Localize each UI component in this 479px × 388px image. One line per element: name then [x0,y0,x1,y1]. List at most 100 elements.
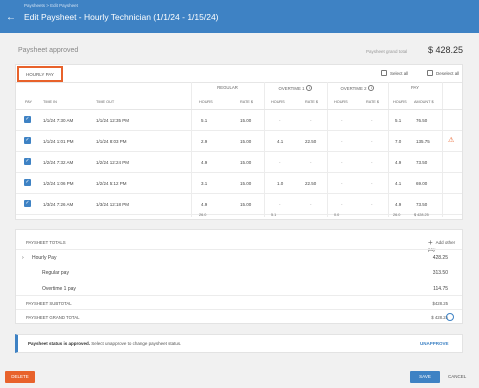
pay-hours-cell: 4.1 [395,181,402,186]
time-in-cell: 1/1/24 7:30 AM [43,118,74,123]
hourly-pay-total-value: 428.25 [432,255,448,261]
time-in-cell: 1/3/24 7:26 AM [43,202,74,207]
reg-hours-cell: 4.9 [201,202,208,207]
table-row[interactable]: ✓ 1/3/24 7:26 AM 1/3/24 12:18 PM 4.9 15.… [16,194,462,215]
regular-pay-row: Regular pay 313.50 [16,265,462,281]
amount-cell: 69.00 [416,181,428,186]
unapprove-button[interactable]: UNAPPROVE [420,341,449,346]
ot2-rate-cell: - [371,118,373,123]
ot2-rate-cell: - [371,181,373,186]
hourly-pay-card: HOURLY PAY Select all Deselect all REGUL… [15,64,463,220]
status-banner: Paysheet status is approved. Select unap… [15,334,463,353]
grand-total-value: $ 428.25 [428,45,464,55]
reg-hours-cell: 5.1 [201,118,208,123]
ot1-hours-cell: 1.0 [277,181,284,186]
cancel-button[interactable]: CANCEL [448,374,466,379]
ot1-hours-cell: 4.1 [277,139,284,144]
table-row[interactable]: ✓ 1/2/24 7:32 AM 1/2/24 12:24 PM 4.9 15.… [16,152,462,173]
chevron-right-icon[interactable]: › [22,255,24,261]
col-header-ot1-hours: HOURS [271,100,285,104]
deselect-all-label: Deselect all [436,70,460,76]
group-overtime-2: OVERTIME 2i [327,85,388,91]
hourly-pay-total-row[interactable]: › Hourly Pay 428.25 [16,249,462,265]
col-header-pay-hours: HOURS [393,100,407,104]
deselect-all-button[interactable]: Deselect all [427,70,459,76]
ot1-rate-cell: 22.50 [305,139,317,144]
reg-rate-cell: 15.00 [240,118,252,123]
amount-cell: 73.50 [416,202,428,207]
back-arrow-icon[interactable]: ← [6,13,16,23]
info-icon[interactable]: i [306,85,313,91]
plus-icon: + [428,238,433,247]
group-regular: REGULAR [191,85,264,90]
col-header-reg-rate: RATE $ [240,100,254,104]
grand-total-label: Paysheet grand total [366,49,408,54]
checkbox-icon[interactable]: ✓ [24,116,31,123]
pay-hours-cell: 7.0 [395,139,402,144]
table-row[interactable]: ✓ 1/1/24 1:01 PM 1/1/24 8:03 PM 2.9 15.0… [16,131,462,152]
group-overtime-1-label: OVERTIME 1 [278,85,305,91]
select-all-label: Select all [390,70,409,76]
group-pay-label: PAY [411,85,419,90]
reg-rate-cell: 15.00 [240,139,252,144]
time-out-cell: 1/1/24 12:35 PM [96,118,130,123]
subtotal-value: $428.25 [432,301,448,306]
total-ot1-hours: 5.1 [271,213,277,217]
pay-hours-cell: 4.9 [395,202,402,207]
total-pay-hours: 26.0 [393,213,401,217]
time-in-cell: 1/2/24 1:06 PM [43,181,74,186]
select-all-button[interactable]: Select all [381,70,408,76]
ot1-rate-cell: - [310,118,312,123]
checkbox-icon[interactable]: ✓ [24,179,31,186]
paysheet-totals-card: PAYSHEET TOTALS + Add other pay › Hourly … [15,229,463,324]
warning-icon[interactable]: ⚠ [448,136,454,144]
ot1-hours-cell: - [279,118,281,123]
save-button[interactable]: SAVE [410,371,440,383]
regular-pay-value: 313.50 [432,270,448,276]
ot2-hours-cell: - [341,202,343,207]
ot2-hours-cell: - [341,139,343,144]
delete-button[interactable]: DELETE [5,371,35,383]
ot1-rate-cell: 22.50 [305,181,317,186]
app-header: Paysheets > Edit Paysheet ← Edit Payshee… [0,0,479,33]
group-overtime-1: OVERTIME 1i [264,85,327,91]
paysheet-totals-title: PAYSHEET TOTALS [26,240,66,245]
breadcrumb[interactable]: Paysheets > Edit Paysheet [24,3,78,8]
col-header-time-in: TIME IN [43,100,57,104]
time-out-cell: 1/3/24 12:18 PM [96,202,130,207]
hourly-pay-label: HOURLY PAY [26,72,54,77]
ot2-rate-cell: - [371,160,373,165]
checkbox-icon[interactable]: ✓ [24,137,31,144]
info-icon[interactable]: i [368,85,375,91]
table-row[interactable]: ✓ 1/2/24 1:06 PM 1/2/24 5:12 PM 3.1 15.0… [16,173,462,194]
group-regular-label: REGULAR [217,85,238,90]
amount-cell: 76.50 [416,118,428,123]
total-amount: $ 428.25 [414,213,429,217]
status-banner-text: Paysheet status is approved. Select unap… [28,341,181,346]
checkbox-icon[interactable]: ✓ [24,200,31,207]
reg-rate-cell: 15.00 [240,181,252,186]
ot1-hours-cell: - [279,160,281,165]
history-icon[interactable] [446,313,454,321]
reg-rate-cell: 15.00 [240,160,252,165]
reg-rate-cell: 15.00 [240,202,252,207]
col-header-pay: PAY [25,100,33,104]
amount-cell: 135.75 [416,139,430,144]
ot1-rate-cell: - [310,160,312,165]
col-header-ot2-rate: RATE $ [366,100,380,104]
reg-hours-cell: 4.9 [201,160,208,165]
overtime-1-pay-label: Overtime 1 pay [42,286,76,292]
subtotal-label: PAYSHEET SUBTOTAL [26,301,72,306]
status-banner-bold: Paysheet status is approved. [28,341,91,346]
amount-cell: 73.50 [416,160,428,165]
overtime-1-pay-value: 114.75 [433,286,448,292]
table-row[interactable]: ✓ 1/1/24 7:30 AM 1/1/24 12:35 PM 5.1 15.… [16,110,462,131]
ot2-hours-cell: - [341,160,343,165]
time-in-cell: 1/1/24 1:01 PM [43,139,74,144]
pay-hours-cell: 5.1 [395,118,402,123]
checkbox-icon[interactable]: ✓ [24,158,31,165]
pay-hours-cell: 4.9 [395,160,402,165]
col-header-reg-hours: HOURS [199,100,213,104]
ot2-hours-cell: - [341,118,343,123]
time-out-cell: 1/1/24 8:03 PM [96,139,127,144]
